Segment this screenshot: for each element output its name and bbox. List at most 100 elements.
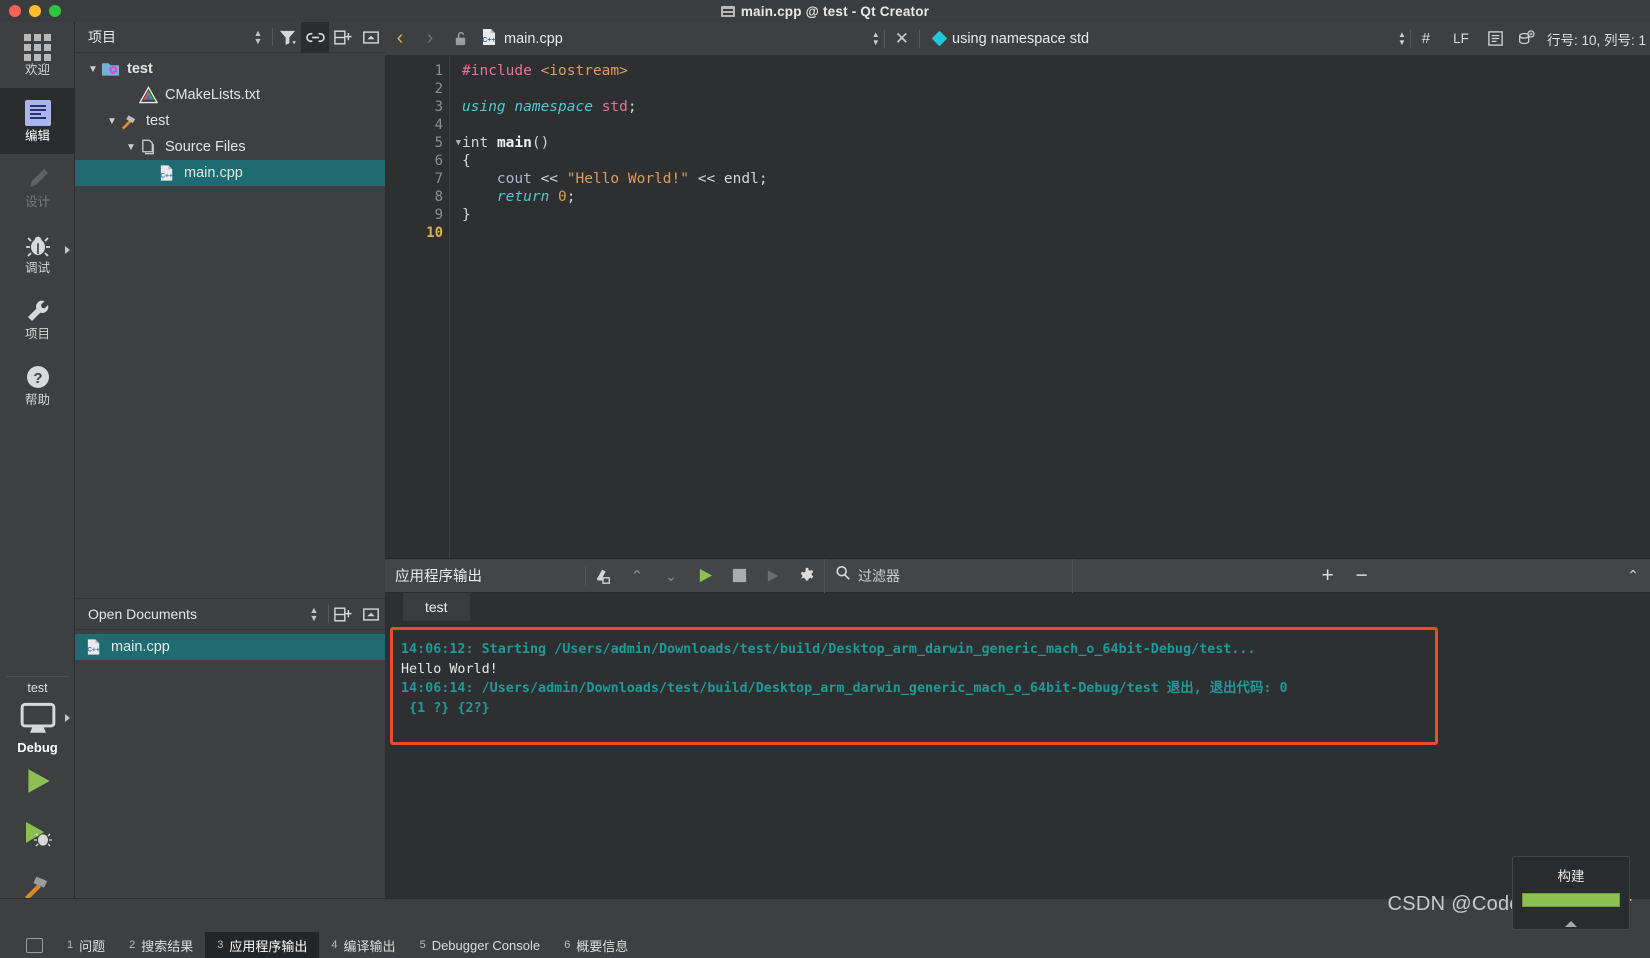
split-icon[interactable] — [329, 22, 357, 53]
forward-arrow-icon[interactable]: › — [415, 22, 445, 56]
tree-item-source-files[interactable]: ▼Source Files — [75, 134, 385, 160]
project-tree[interactable]: ▼testCMakeLists.txt▼test▼Source FilesC++… — [75, 53, 385, 598]
debug-run-icon — [21, 817, 55, 849]
cmake-icon — [139, 86, 159, 104]
status-tab-label: 应用程序输出 — [229, 936, 307, 955]
split-icon[interactable] — [329, 599, 357, 630]
code-line — [462, 116, 1650, 134]
code-token: } — [462, 207, 471, 223]
output-toolbar: 应用程序输出 ⌃ ⌄ 过滤器 — [385, 559, 1650, 593]
maximize-window-button[interactable] — [49, 5, 61, 17]
sidebar-item-welcome[interactable]: 欢迎 — [0, 22, 75, 88]
kit-config-label: Debug — [0, 738, 75, 755]
status-tab-3[interactable]: 3 应用程序输出 — [205, 932, 319, 958]
sidebar-item-projects[interactable]: 项目 — [0, 286, 75, 352]
search-icon — [835, 565, 851, 586]
sidebar-item-debug[interactable]: 调试 — [0, 220, 75, 286]
toggle-sidebar-icon[interactable] — [26, 938, 43, 953]
code-line: { — [462, 152, 1650, 170]
application-output-pane: 应用程序输出 ⌃ ⌄ 过滤器 — [385, 558, 1650, 898]
output-filter-field[interactable]: 过滤器 — [824, 559, 1073, 593]
next-item-icon[interactable]: ⌄ — [654, 559, 688, 593]
text-wrap-icon[interactable] — [1481, 22, 1511, 56]
zoom-out-button[interactable]: − — [1345, 559, 1379, 593]
close-window-button[interactable] — [9, 5, 21, 17]
output-tab-bar: test — [385, 593, 1650, 621]
prev-item-icon[interactable]: ⌃ — [620, 559, 654, 593]
sidebar-item-edit[interactable]: 编辑 — [0, 88, 75, 154]
output-line: 14:06:12: Starting /Users/admin/Download… — [401, 640, 1433, 660]
settings-icon[interactable] — [790, 559, 824, 593]
kit-selector-button[interactable] — [0, 698, 75, 738]
open-document-item[interactable]: C++main.cpp — [75, 634, 385, 660]
tree-item-cmakelists-txt[interactable]: CMakeLists.txt — [75, 82, 385, 108]
minimize-window-button[interactable] — [29, 5, 41, 17]
chevron-down-icon[interactable]: ▼ — [85, 64, 101, 75]
status-tab-5[interactable]: 5Debugger Console — [408, 932, 553, 958]
code-line: #include <iostream> — [462, 62, 1650, 80]
hash-icon[interactable]: # — [1411, 22, 1441, 56]
code-token: endl — [724, 171, 759, 187]
fold-chevron-down-icon[interactable]: ▼ — [456, 134, 461, 152]
output-text[interactable]: 14:06:12: Starting /Users/admin/Download… — [401, 640, 1433, 718]
sidebar-label-welcome: 欢迎 — [25, 64, 50, 77]
close-split-icon[interactable] — [357, 599, 385, 630]
attach-icon[interactable] — [756, 559, 790, 593]
open-documents-list[interactable]: C++main.cpp — [75, 630, 385, 660]
symbol-combo-spin[interactable]: ▲▼ — [1394, 31, 1410, 47]
source-code[interactable]: #include <iostream> using namespace std;… — [450, 56, 1650, 558]
status-tab-4[interactable]: 4编译输出 — [319, 932, 407, 958]
tree-item-main-cpp[interactable]: C++main.cpp — [75, 160, 385, 186]
sidebar-item-help[interactable]: ? 帮助 — [0, 352, 75, 418]
line-number: 3 — [385, 98, 449, 116]
code-editor[interactable]: 12345▼678910 #include <iostream> using n… — [385, 56, 1650, 558]
output-tab-test[interactable]: test — [403, 593, 470, 621]
kit-chevron-icon[interactable] — [65, 714, 70, 722]
open-file-combo[interactable]: C++ main.cpp — [475, 22, 569, 56]
status-tab-label: 编译输出 — [344, 936, 396, 955]
line-ending-label: LF — [1453, 31, 1469, 46]
sb-left-box[interactable] — [0, 932, 55, 958]
status-tab-label: 搜索结果 — [141, 936, 193, 955]
line-ending-button[interactable]: LF — [1441, 22, 1481, 56]
chevron-up-icon[interactable]: ⌃ — [1616, 559, 1650, 593]
code-token: << — [689, 171, 724, 187]
unlocked-icon[interactable] — [445, 22, 475, 56]
tree-item-label: main.cpp — [184, 165, 243, 181]
back-arrow-icon[interactable]: ‹ — [385, 22, 415, 56]
close-split-icon[interactable] — [357, 22, 385, 53]
window-controls[interactable] — [9, 5, 61, 17]
link-icon[interactable] — [301, 22, 329, 53]
status-tab-label: 概要信息 — [576, 936, 628, 955]
code-line: cout << "Hello World!" << endl; — [462, 170, 1650, 188]
code-token: return — [497, 189, 549, 205]
editor-toolbar: ‹ › C++ main.cpp ▲▼ ✕ using namespace st… — [385, 22, 1650, 56]
mode-selector-bar: 欢迎 编辑 设计 调试 — [0, 22, 75, 958]
svg-text:C++: C++ — [87, 647, 100, 654]
run-icon[interactable] — [688, 559, 722, 593]
debug-mode-arrow-icon[interactable] — [65, 246, 70, 254]
close-file-icon[interactable]: ✕ — [885, 29, 919, 49]
build-popup-caret-icon[interactable] — [1565, 921, 1577, 927]
status-tab-number: 3 — [217, 939, 223, 951]
split-editor-icon[interactable] — [1511, 22, 1541, 56]
symbol-combo[interactable]: using namespace std — [920, 22, 1095, 56]
debug-button[interactable] — [0, 807, 75, 859]
tree-item-test[interactable]: ▼test — [75, 108, 385, 134]
run-button[interactable] — [0, 755, 75, 807]
status-tab-2[interactable]: 2搜索结果 — [117, 932, 205, 958]
code-token — [593, 99, 602, 115]
filter-icon[interactable] — [273, 22, 301, 53]
tree-item-test[interactable]: ▼test — [75, 56, 385, 82]
stop-icon[interactable] — [722, 559, 756, 593]
clear-icon[interactable] — [586, 559, 620, 593]
status-tab-6[interactable]: 6概要信息 — [552, 932, 640, 958]
projects-view-selector[interactable]: ▲▼ — [244, 22, 272, 53]
file-combo-spin[interactable]: ▲▼ — [868, 31, 884, 47]
chevron-down-icon[interactable]: ▼ — [104, 116, 120, 127]
code-line: } — [462, 206, 1650, 224]
status-tab-1[interactable]: 1问题 — [55, 932, 117, 958]
zoom-in-button[interactable]: + — [1311, 559, 1345, 593]
chevron-down-icon[interactable]: ▼ — [123, 142, 139, 153]
open-documents-view-selector[interactable]: ▲▼ — [300, 599, 328, 630]
